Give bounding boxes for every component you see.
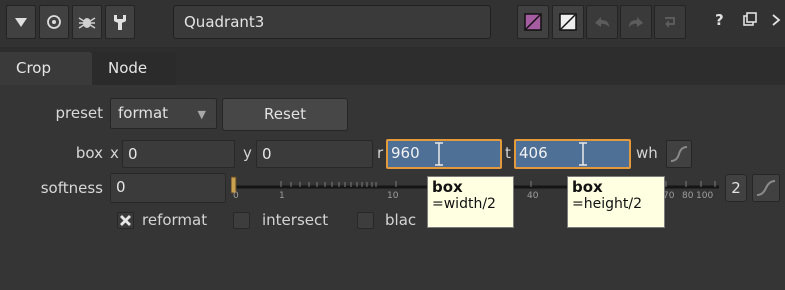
bug-icon — [78, 17, 96, 29]
box-r-label: r — [377, 144, 384, 162]
box-t-label: t — [505, 144, 511, 162]
box-wh-label: wh — [636, 144, 658, 162]
tooltip-title: box — [432, 178, 463, 196]
tooltip-box-width: box =width/2 — [427, 176, 514, 228]
tick-label: 100 — [696, 191, 714, 201]
close-icon — [772, 14, 781, 26]
collapse-triangle-icon — [15, 18, 27, 27]
text-cursor-icon — [579, 142, 587, 166]
tick-label: 80 — [682, 191, 694, 201]
black-outside-checkbox[interactable] — [357, 212, 374, 229]
softness-dimension-button[interactable]: 2 — [725, 174, 747, 202]
undo-icon — [595, 17, 609, 27]
intersect-checkbox[interactable] — [233, 212, 250, 229]
box-y-label: y — [243, 144, 252, 162]
color-swatch-icon — [524, 13, 542, 31]
center-node-icon — [47, 15, 61, 29]
box-label: box — [75, 144, 103, 162]
tab-node[interactable]: Node — [92, 52, 176, 85]
wrench-icon — [114, 15, 126, 30]
chevron-down-icon: ▼ — [197, 108, 206, 121]
tooltip-text: =height/2 — [572, 196, 642, 212]
text-cursor-icon — [435, 142, 443, 166]
reformat-label: reformat — [142, 211, 208, 229]
box-animation-button[interactable] — [666, 140, 692, 168]
black-outside-label: blac — [385, 211, 417, 229]
gl-color-button[interactable] — [552, 5, 584, 39]
float-button[interactable] — [743, 12, 757, 30]
redo-button[interactable] — [620, 5, 652, 39]
node-color-button[interactable] — [517, 5, 549, 39]
box-x-field[interactable]: 0 — [122, 140, 235, 168]
reset-button[interactable]: Reset — [222, 98, 348, 131]
help-icon[interactable]: ? — [715, 11, 729, 31]
revert-icon — [665, 17, 675, 28]
tick-label: 0 — [233, 191, 239, 201]
animation-curve-icon — [670, 146, 688, 162]
animation-curve-icon — [756, 180, 776, 196]
collapse-button[interactable] — [6, 5, 36, 39]
box-x-label: x — [110, 144, 119, 162]
close-button[interactable] — [771, 13, 781, 31]
center-node-button[interactable] — [39, 5, 69, 39]
tick-label: 40 — [527, 191, 539, 201]
redo-icon — [629, 17, 643, 27]
tooltip-title: box — [572, 178, 603, 196]
preset-label: preset — [55, 104, 103, 122]
float-window-icon — [559, 13, 577, 31]
checkmark-icon — [120, 215, 131, 226]
preset-value: format — [118, 104, 169, 122]
node-properties-header: Quadrant3 ? — [0, 0, 785, 47]
tick-label: 1 — [279, 191, 285, 201]
wrench-button[interactable] — [105, 5, 135, 39]
box-y-field[interactable]: 0 — [256, 140, 373, 168]
softness-label: softness — [40, 179, 103, 197]
tooltip-text: =width/2 — [432, 196, 496, 212]
node-name-field[interactable]: Quadrant3 — [173, 5, 491, 39]
revert-button[interactable] — [654, 5, 686, 39]
softness-animation-button[interactable] — [752, 174, 780, 202]
softness-field[interactable]: 0 — [110, 173, 226, 203]
tab-crop[interactable]: Crop — [0, 52, 92, 85]
reformat-checkbox[interactable] — [117, 212, 134, 229]
float-icon — [743, 12, 757, 26]
undo-button[interactable] — [586, 5, 618, 39]
box-t-field[interactable]: 406 — [514, 139, 631, 169]
bug-button[interactable] — [72, 5, 102, 39]
tooltip-box-height: box =height/2 — [567, 176, 665, 228]
intersect-label: intersect — [262, 211, 329, 229]
tick-label: 10 — [387, 191, 399, 201]
preset-dropdown[interactable]: format ▼ — [110, 98, 217, 129]
